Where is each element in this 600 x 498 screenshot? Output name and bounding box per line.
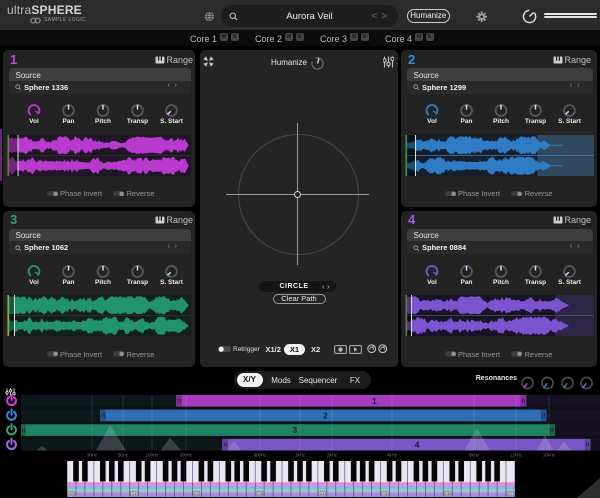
svg-text:30Hz: 30Hz bbox=[87, 453, 97, 458]
svg-text:C5: C5 bbox=[382, 492, 387, 496]
svg-text:8kHz: 8kHz bbox=[469, 453, 479, 458]
svg-text:4kHz: 4kHz bbox=[387, 453, 397, 458]
svg-text:C0: C0 bbox=[69, 492, 74, 496]
svg-text:1kHz: 1kHz bbox=[295, 453, 305, 458]
svg-text:600Hz: 600Hz bbox=[254, 453, 266, 458]
svg-text:C6: C6 bbox=[445, 492, 450, 496]
svg-text:2: 2 bbox=[323, 411, 328, 421]
svg-text:3: 3 bbox=[293, 425, 298, 435]
svg-text:C1: C1 bbox=[131, 492, 136, 496]
svg-text:200Hz: 200Hz bbox=[180, 453, 192, 458]
svg-text:C2: C2 bbox=[194, 492, 199, 496]
svg-text:C4: C4 bbox=[320, 492, 325, 496]
svg-text:C7: C7 bbox=[508, 492, 513, 496]
svg-text:16kHz: 16kHz bbox=[543, 453, 555, 458]
svg-text:1: 1 bbox=[372, 396, 377, 406]
svg-text:50Hz: 50Hz bbox=[118, 453, 128, 458]
svg-text:100Hz: 100Hz bbox=[146, 453, 158, 458]
svg-text:4: 4 bbox=[415, 440, 420, 450]
svg-text:12kHz: 12kHz bbox=[510, 453, 522, 458]
svg-text:C3: C3 bbox=[257, 492, 262, 496]
svg-text:2kHz: 2kHz bbox=[327, 453, 337, 458]
